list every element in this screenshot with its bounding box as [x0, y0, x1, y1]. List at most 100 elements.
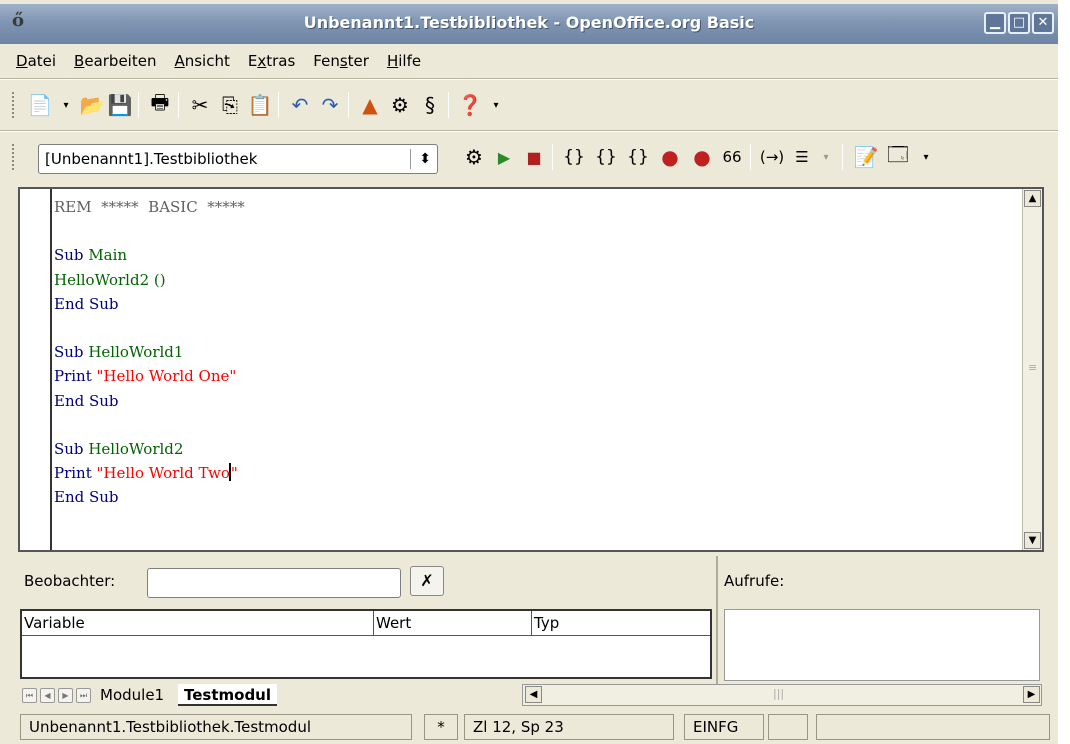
watch-icon[interactable]: 66	[718, 143, 746, 171]
close-button[interactable]: ✕	[1032, 12, 1054, 34]
compile-icon[interactable]: ⚙	[460, 143, 488, 171]
watch-table-header: Variable Wert Typ	[22, 611, 710, 636]
call-stack-list[interactable]	[724, 609, 1040, 681]
code-line[interactable]: End Sub	[54, 485, 245, 509]
toolbar-separator	[348, 92, 349, 118]
minimize-button[interactable]: ▁	[984, 12, 1006, 34]
scroll-grip-icon[interactable]: |||	[773, 687, 784, 700]
save-icon[interactable]: 💾	[106, 91, 134, 119]
editor-gutter[interactable]	[20, 189, 52, 550]
step-out-icon[interactable]: {}	[624, 143, 652, 171]
code-line[interactable]: Sub HelloWorld2	[54, 437, 245, 461]
status-selection-mode[interactable]	[768, 714, 808, 740]
watch-table[interactable]: Variable Wert Typ	[20, 609, 712, 679]
object-catalog-dropdown-icon[interactable]: ▾	[812, 143, 840, 171]
editor-vertical-scrollbar[interactable]: ▲ ≡ ▼	[1022, 189, 1042, 550]
menu-separator	[0, 78, 1058, 80]
code-token: End Sub	[54, 391, 119, 410]
code-token: REM ***** BASIC *****	[54, 198, 245, 216]
new-document-icon[interactable]: 📄	[26, 91, 54, 119]
save-source-icon[interactable]: 🗔	[884, 142, 912, 171]
step-over-icon[interactable]: {}	[592, 143, 620, 171]
code-text[interactable]: REM ***** BASIC ***** Sub Main HelloWorld…	[54, 195, 245, 510]
scroll-down-icon[interactable]: ▼	[1024, 532, 1041, 549]
cut-icon[interactable]: ✂	[186, 91, 214, 119]
remove-watch-icon[interactable]: ✗	[410, 566, 444, 596]
help-icon[interactable]: ❓	[456, 91, 484, 119]
code-token: End Sub	[54, 294, 119, 313]
toolbar-more-icon[interactable]: ▾	[482, 91, 510, 119]
code-line[interactable]: HelloWorld2 ()	[54, 268, 245, 292]
status-bar: Unbenannt1.Testbibliothek.Testmodul * Zl…	[20, 712, 1050, 740]
find-parentheses-icon[interactable]: (→)	[758, 143, 786, 171]
prev-tab-icon[interactable]: ◀	[40, 688, 55, 703]
insert-source-icon[interactable]: 📝	[852, 143, 880, 171]
tab-testmodul[interactable]: Testmodul	[178, 684, 278, 706]
paste-icon[interactable]: 📋	[246, 91, 274, 119]
toolbar-more-icon[interactable]: ▾	[912, 143, 940, 171]
menu-item-extras[interactable]: Extras	[248, 52, 295, 70]
code-token: HelloWorld2	[88, 440, 184, 459]
next-tab-icon[interactable]: ▶	[58, 688, 73, 703]
code-line[interactable]	[54, 219, 245, 243]
toolbar-separator	[448, 92, 449, 118]
stop-icon[interactable]: ■	[520, 143, 548, 171]
choose-macro-icon[interactable]: ▲	[356, 91, 384, 119]
manage-breakpoints-icon[interactable]: ●	[688, 143, 716, 171]
editor-horizontal-scrollbar[interactable]: ◀ ||| ▶	[522, 684, 1042, 706]
code-line[interactable]: Print "Hello World One"	[54, 364, 245, 388]
status-extra	[816, 714, 1050, 740]
scroll-grip-icon[interactable]: ≡	[1028, 361, 1037, 374]
code-line[interactable]	[54, 316, 245, 340]
code-editor[interactable]: REM ***** BASIC ***** Sub Main HelloWorld…	[18, 187, 1044, 552]
title-bar[interactable]: ő Unbenannt1.Testbibliothek - OpenOffice…	[0, 4, 1058, 44]
dialog-icon[interactable]: §	[416, 91, 444, 119]
watch-input[interactable]	[147, 568, 401, 598]
step-into-icon[interactable]: {}	[560, 143, 588, 171]
breakpoint-icon[interactable]: ●	[656, 143, 684, 171]
panel-splitter[interactable]	[716, 556, 718, 684]
library-select[interactable]: [Unbenannt1].Testbibliothek ⬍	[38, 144, 438, 174]
code-token: HelloWorld2 ()	[54, 270, 166, 289]
menu-item-ansicht[interactable]: Ansicht	[174, 52, 229, 70]
maximize-button[interactable]: □	[1008, 12, 1030, 34]
print-icon[interactable]: 🖶	[146, 90, 174, 119]
code-token: "Hello World One"	[96, 367, 237, 386]
scroll-up-icon[interactable]: ▲	[1024, 190, 1041, 207]
menu-item-hilfe[interactable]: Hilfe	[387, 52, 421, 70]
last-tab-icon[interactable]: ⏭	[76, 688, 91, 703]
scroll-right-icon[interactable]: ▶	[1023, 686, 1040, 703]
toolbar-grip[interactable]	[12, 144, 16, 170]
menu-item-datei[interactable]: Datei	[16, 52, 56, 70]
status-insert-mode[interactable]: EINFG	[684, 714, 764, 740]
scroll-left-icon[interactable]: ◀	[525, 686, 542, 703]
copy-icon[interactable]: ⎘	[216, 91, 244, 119]
new-dropdown-icon[interactable]: ▾	[52, 91, 80, 119]
modules-icon[interactable]: ⚙	[386, 91, 414, 119]
code-line[interactable]: End Sub	[54, 389, 245, 413]
code-line[interactable]: Sub HelloWorld1	[54, 340, 245, 364]
menu-item-bearbeiten[interactable]: Bearbeiten	[74, 52, 156, 70]
menu-item-fenster[interactable]: Fenster	[313, 52, 369, 70]
column-variable[interactable]: Variable	[22, 611, 374, 635]
column-value[interactable]: Wert	[374, 611, 532, 635]
code-token: Main	[88, 246, 128, 265]
code-line[interactable]: REM ***** BASIC *****	[54, 195, 245, 219]
code-line[interactable]	[54, 413, 245, 437]
toolbar-separator	[552, 144, 553, 170]
toolbar-separator-line	[0, 130, 1058, 132]
window-title: Unbenannt1.Testbibliothek - OpenOffice.o…	[303, 13, 755, 32]
column-type[interactable]: Typ	[532, 611, 710, 635]
undo-icon[interactable]: ↶	[286, 91, 314, 119]
code-line[interactable]: Print "Hello World Two"	[54, 461, 245, 485]
code-line[interactable]: End Sub	[54, 292, 245, 316]
redo-icon[interactable]: ↷	[316, 91, 344, 119]
run-icon[interactable]: ▶	[490, 143, 518, 171]
updown-icon: ⬍	[419, 151, 431, 167]
toolbar-grip[interactable]	[12, 92, 16, 118]
code-line[interactable]: Sub Main	[54, 243, 245, 267]
open-folder-icon[interactable]: 📂	[78, 91, 106, 119]
tab-module1[interactable]: Module1	[100, 684, 164, 706]
first-tab-icon[interactable]: ⏮	[22, 688, 37, 703]
basic-ide-window: ő Unbenannt1.Testbibliothek - OpenOffice…	[0, 0, 1058, 744]
